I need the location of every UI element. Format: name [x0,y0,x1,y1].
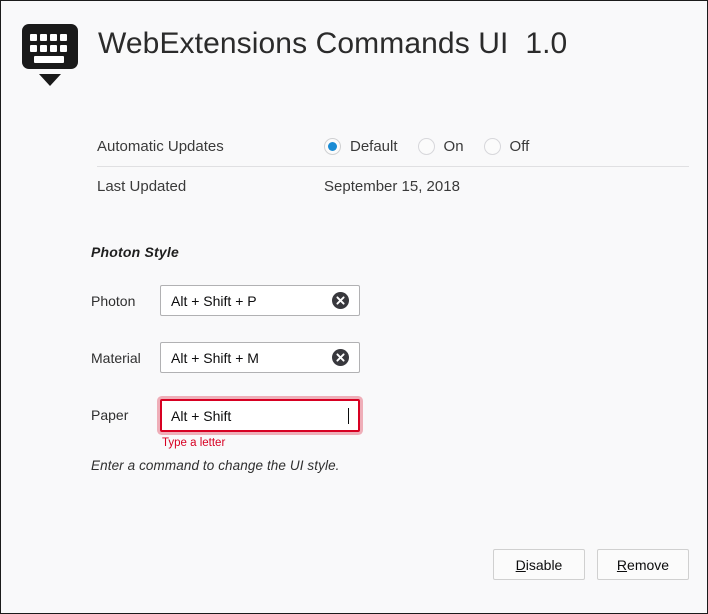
radio-label-on: On [443,138,464,155]
commands-section: Photon Style Photon Alt + Shift + P Mate… [91,244,691,473]
shortcut-error-paper: Type a letter [162,437,226,449]
detail-row-last-updated: Last Updated September 15, 2018 [97,166,689,206]
radio-label-off: Off [509,138,530,155]
radio-label-default: Default [350,138,398,155]
detail-value-last-updated: September 15, 2018 [324,178,460,195]
disable-button-accel: D [515,556,526,573]
shortcut-row-material: Material Alt + Shift + M [91,342,691,373]
shortcut-input-photon[interactable]: Alt + Shift + P [160,285,360,316]
keyboard-with-down-arrow-icon [21,24,79,86]
shortcut-label-photon: Photon [91,293,136,309]
disable-button-label: isable [525,556,563,573]
footer-actions: Disable Remove [493,549,689,580]
radio-option-default[interactable]: Default [324,138,398,155]
radio-mark-off [483,138,501,155]
shortcut-value-material: Alt + Shift + M [171,349,259,366]
shortcut-label-material: Material [91,350,141,366]
detail-label-automatic-updates: Automatic Updates [97,138,224,155]
shortcut-field-wrap-photon: Alt + Shift + P [160,285,360,316]
radio-mark-on [417,138,435,155]
shortcut-label-paper: Paper [91,407,129,423]
shortcut-input-material[interactable]: Alt + Shift + M [160,342,360,373]
commands-note: Enter a command to change the UI style. [91,458,340,473]
detail-row-automatic-updates: Automatic Updates Default On Off [97,127,689,166]
shortcut-value-paper: Alt + Shift [171,407,232,424]
remove-button-label: emove [627,556,670,573]
clear-shortcut-material-icon[interactable] [332,349,349,366]
radio-mark-default [324,138,341,155]
radio-option-on[interactable]: On [417,138,464,155]
addon-detail-window: WebExtensions Commands UI 1.0 Automatic … [0,0,708,614]
detail-rows: Automatic Updates Default On Off Last Up… [97,127,689,206]
page-title: WebExtensions Commands UI 1.0 [98,27,568,60]
text-caret [348,407,349,424]
remove-button-accel: R [616,556,628,573]
remove-button[interactable]: Remove [597,549,689,580]
shortcut-value-photon: Alt + Shift + P [171,292,257,309]
detail-label-last-updated: Last Updated [97,178,187,195]
commands-section-title: Photon Style [91,244,179,260]
shortcut-row-photon: Photon Alt + Shift + P [91,285,691,316]
disable-button[interactable]: Disable [493,549,585,580]
shortcut-field-wrap-paper: Alt + Shift Type a letter [160,399,360,449]
automatic-updates-radio-group[interactable]: Default On Off [324,138,529,155]
shortcut-field-wrap-material: Alt + Shift + M [160,342,360,373]
shortcut-input-paper[interactable]: Alt + Shift [160,399,360,432]
shortcut-row-paper: Paper Alt + Shift Type a letter [91,399,691,449]
clear-shortcut-photon-icon[interactable] [332,292,349,309]
radio-option-off[interactable]: Off [483,138,530,155]
header: WebExtensions Commands UI 1.0 [1,1,707,97]
